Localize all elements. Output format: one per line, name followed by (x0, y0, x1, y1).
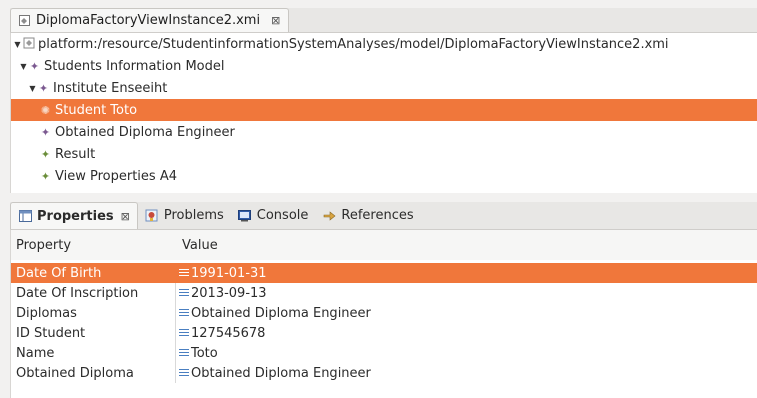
tree-row-student-toto[interactable]: ✺ Student Toto (11, 99, 757, 121)
property-value[interactable]: 127545678 (191, 326, 265, 341)
references-icon (322, 209, 336, 223)
property-name: Date Of Birth (16, 265, 102, 281)
tab-label: Problems (163, 208, 224, 223)
problems-icon (145, 209, 159, 223)
value-list-icon (179, 269, 189, 277)
table-header: Property Value (11, 230, 757, 260)
column-header-property[interactable]: Property (16, 238, 71, 253)
tree-row-resource[interactable]: ▼ platform:/resource/StudentinformationS… (11, 33, 757, 55)
tree-row-label: Students Information Model (44, 58, 225, 74)
properties-table: Property Value Date Of Birth 1991-01-31 … (10, 230, 757, 398)
table-row[interactable]: Date Of Inscription 2013-09-13 (11, 283, 757, 303)
table-row[interactable]: Name Toto (11, 343, 757, 363)
editor-tab[interactable]: DiplomaFactoryViewInstance2.xmi ⊠ (10, 8, 290, 32)
leaf-icon: ✦ (40, 147, 51, 161)
column-divider (175, 263, 176, 283)
properties-icon (18, 209, 32, 223)
property-value[interactable]: 1991-01-31 (191, 266, 267, 281)
tree-row-students-information-model[interactable]: ▼ ✦ Students Information Model (11, 55, 757, 77)
expand-arrow-icon[interactable]: ▼ (28, 84, 37, 93)
column-divider (175, 283, 176, 303)
table-row[interactable]: Obtained Diploma Obtained Diploma Engine… (11, 363, 757, 383)
resource-icon (22, 37, 35, 52)
editor-tab-bar: DiplomaFactoryViewInstance2.xmi ⊠ (10, 8, 757, 33)
table-row[interactable]: Diplomas Obtained Diploma Engineer (11, 303, 757, 323)
close-icon[interactable]: ⊠ (271, 14, 280, 27)
model-icon: ✦ (40, 125, 51, 139)
xmi-file-icon (17, 14, 31, 28)
expand-arrow-icon[interactable]: ▼ (13, 40, 22, 49)
tree-row-institute-enseeiht[interactable]: ▼ ✦ Institute Enseeiht (11, 77, 757, 99)
property-name: ID Student (16, 325, 86, 341)
tree-row-view-properties-a4[interactable]: ✦ View Properties A4 (11, 165, 757, 187)
editor-area: DiplomaFactoryViewInstance2.xmi ⊠ ▼ plat… (0, 0, 757, 196)
value-list-icon (179, 309, 189, 317)
editor-tab-label: DiplomaFactoryViewInstance2.xmi (36, 13, 261, 28)
value-list-icon (179, 349, 189, 357)
tree-row-label: platform:/resource/StudentinformationSys… (38, 36, 669, 52)
column-divider (175, 323, 176, 343)
property-name: Obtained Diploma (16, 365, 134, 381)
student-leaf-icon: ✺ (40, 103, 51, 117)
table-row[interactable]: Date Of Birth 1991-01-31 (11, 263, 757, 283)
tab-console[interactable]: Console (231, 202, 316, 229)
model-icon: ✦ (29, 59, 40, 73)
property-name: Name (16, 345, 55, 361)
value-list-icon (179, 289, 189, 297)
close-icon[interactable]: ⊠ (121, 210, 130, 223)
column-divider (175, 303, 176, 323)
property-value[interactable]: Toto (191, 346, 218, 361)
tree-row-label: Institute Enseeiht (53, 80, 168, 96)
model-tree: ▼ platform:/resource/StudentinformationS… (10, 33, 757, 193)
property-name: Date Of Inscription (16, 285, 139, 301)
tree-row-label: Obtained Diploma Engineer (55, 124, 235, 140)
tab-problems[interactable]: Problems (138, 202, 231, 229)
view-tab-bar: Properties ⊠ Problems Console References (10, 202, 757, 230)
expand-arrow-icon[interactable]: ▼ (19, 62, 28, 71)
column-divider (175, 343, 176, 363)
property-value[interactable]: 2013-09-13 (191, 286, 267, 301)
model-icon: ✦ (38, 81, 49, 95)
column-header-value[interactable]: Value (182, 238, 218, 253)
tree-row-obtained-diploma-engineer[interactable]: ✦ Obtained Diploma Engineer (11, 121, 757, 143)
column-divider (175, 363, 176, 383)
value-list-icon (179, 369, 189, 377)
value-list-icon (179, 329, 189, 337)
tab-label: References (341, 208, 414, 223)
property-name: Diplomas (16, 305, 77, 321)
tab-properties[interactable]: Properties ⊠ (10, 202, 138, 229)
table-row[interactable]: ID Student 127545678 (11, 323, 757, 343)
tab-label: Console (256, 208, 309, 223)
property-value[interactable]: Obtained Diploma Engineer (191, 306, 371, 321)
tree-row-label: Result (55, 146, 96, 162)
tree-row-label: Student Toto (55, 102, 138, 118)
tab-label: Properties (37, 208, 114, 224)
tree-row-label: View Properties A4 (55, 168, 177, 184)
tab-references[interactable]: References (315, 202, 420, 229)
tree-row-result[interactable]: ✦ Result (11, 143, 757, 165)
leaf-icon: ✦ (40, 169, 51, 183)
property-value[interactable]: Obtained Diploma Engineer (191, 366, 371, 381)
console-icon (238, 209, 252, 223)
properties-view-area: Properties ⊠ Problems Console References… (0, 198, 757, 398)
